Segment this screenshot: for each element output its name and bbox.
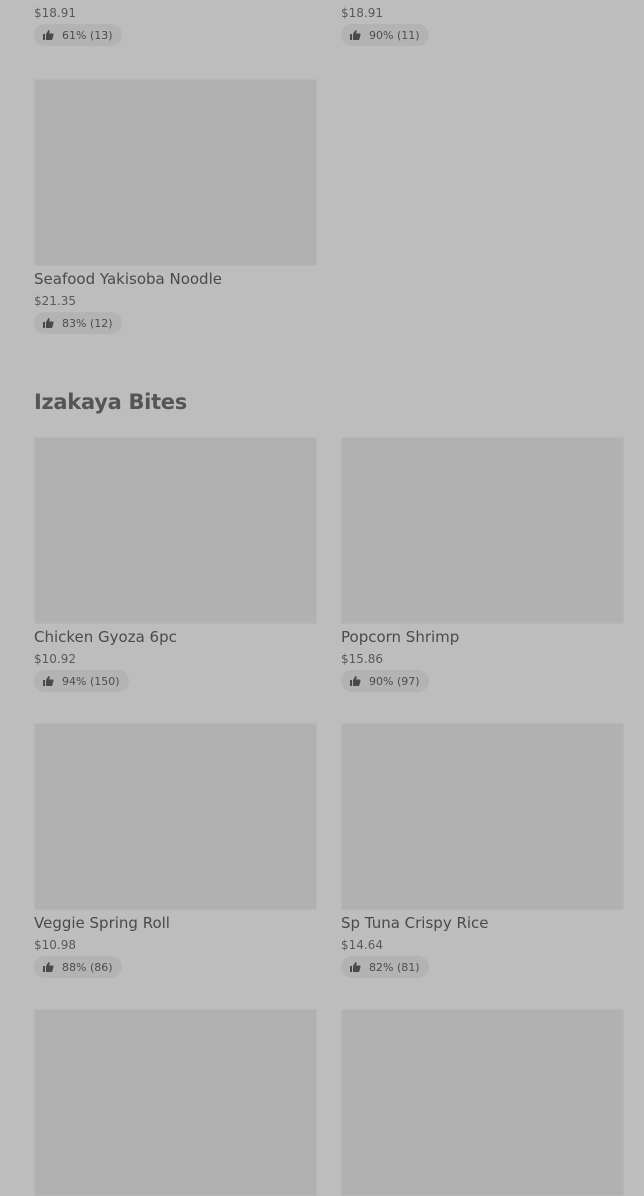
item-image — [341, 723, 624, 910]
item-name: Veggie Spring Roll — [34, 914, 170, 932]
item-price: $10.98 — [34, 938, 76, 952]
menu-item-card[interactable]: Veggie Spring Roll $10.98 88% (86) — [34, 723, 317, 978]
rating-badge: 82% (81) — [341, 956, 429, 978]
rating-text: 94% (150) — [62, 674, 120, 688]
rating-badge: 94% (150) — [34, 670, 129, 692]
item-name: Sp Tuna Crispy Rice — [341, 914, 489, 932]
section-title: Izakaya Bites — [34, 390, 187, 414]
rating-badge: 90% (11) — [341, 24, 429, 46]
item-image — [34, 1009, 317, 1196]
thumbs-up-icon — [350, 30, 361, 40]
rating-badge: 83% (12) — [34, 312, 122, 334]
thumbs-up-icon — [43, 676, 54, 686]
menu-item-card[interactable] — [34, 1009, 317, 1196]
rating-text: 83% (12) — [62, 316, 113, 330]
item-price: $14.64 — [341, 938, 383, 952]
item-image — [341, 437, 624, 624]
item-image — [341, 1009, 624, 1196]
rating-badge: 90% (97) — [341, 670, 429, 692]
menu-item-card[interactable]: Chicken Gyoza 6pc $10.92 94% (150) — [34, 437, 317, 692]
rating-badge: 88% (86) — [34, 956, 122, 978]
menu-item-card[interactable]: $18.91 61% (13) — [34, 0, 317, 46]
rating-text: 88% (86) — [62, 960, 113, 974]
menu-item-card[interactable] — [341, 1009, 624, 1196]
rating-text: 90% (11) — [369, 28, 420, 42]
rating-text: 61% (13) — [62, 28, 113, 42]
menu-page: $18.91 61% (13) $18.91 90% (11) Seafood … — [0, 0, 644, 1196]
thumbs-up-icon — [43, 962, 54, 972]
item-name: Chicken Gyoza 6pc — [34, 628, 177, 646]
item-price: $15.86 — [341, 652, 383, 666]
menu-item-card[interactable]: Seafood Yakisoba Noodle $21.35 83% (12) — [34, 79, 317, 334]
thumbs-up-icon — [350, 676, 361, 686]
item-price: $10.92 — [34, 652, 76, 666]
item-price: $18.91 — [341, 6, 383, 20]
rating-text: 82% (81) — [369, 960, 420, 974]
thumbs-up-icon — [43, 30, 54, 40]
item-image — [34, 79, 317, 266]
thumbs-up-icon — [350, 962, 361, 972]
menu-item-card[interactable]: Popcorn Shrimp $15.86 90% (97) — [341, 437, 624, 692]
menu-item-card[interactable]: $18.91 90% (11) — [341, 0, 624, 46]
rating-text: 90% (97) — [369, 674, 420, 688]
item-price: $21.35 — [34, 294, 76, 308]
rating-badge: 61% (13) — [34, 24, 122, 46]
item-name: Popcorn Shrimp — [341, 628, 460, 646]
item-image — [34, 723, 317, 910]
item-image — [34, 437, 317, 624]
item-price: $18.91 — [34, 6, 76, 20]
thumbs-up-icon — [43, 318, 54, 328]
menu-item-card[interactable]: Sp Tuna Crispy Rice $14.64 82% (81) — [341, 723, 624, 978]
item-name: Seafood Yakisoba Noodle — [34, 270, 222, 288]
